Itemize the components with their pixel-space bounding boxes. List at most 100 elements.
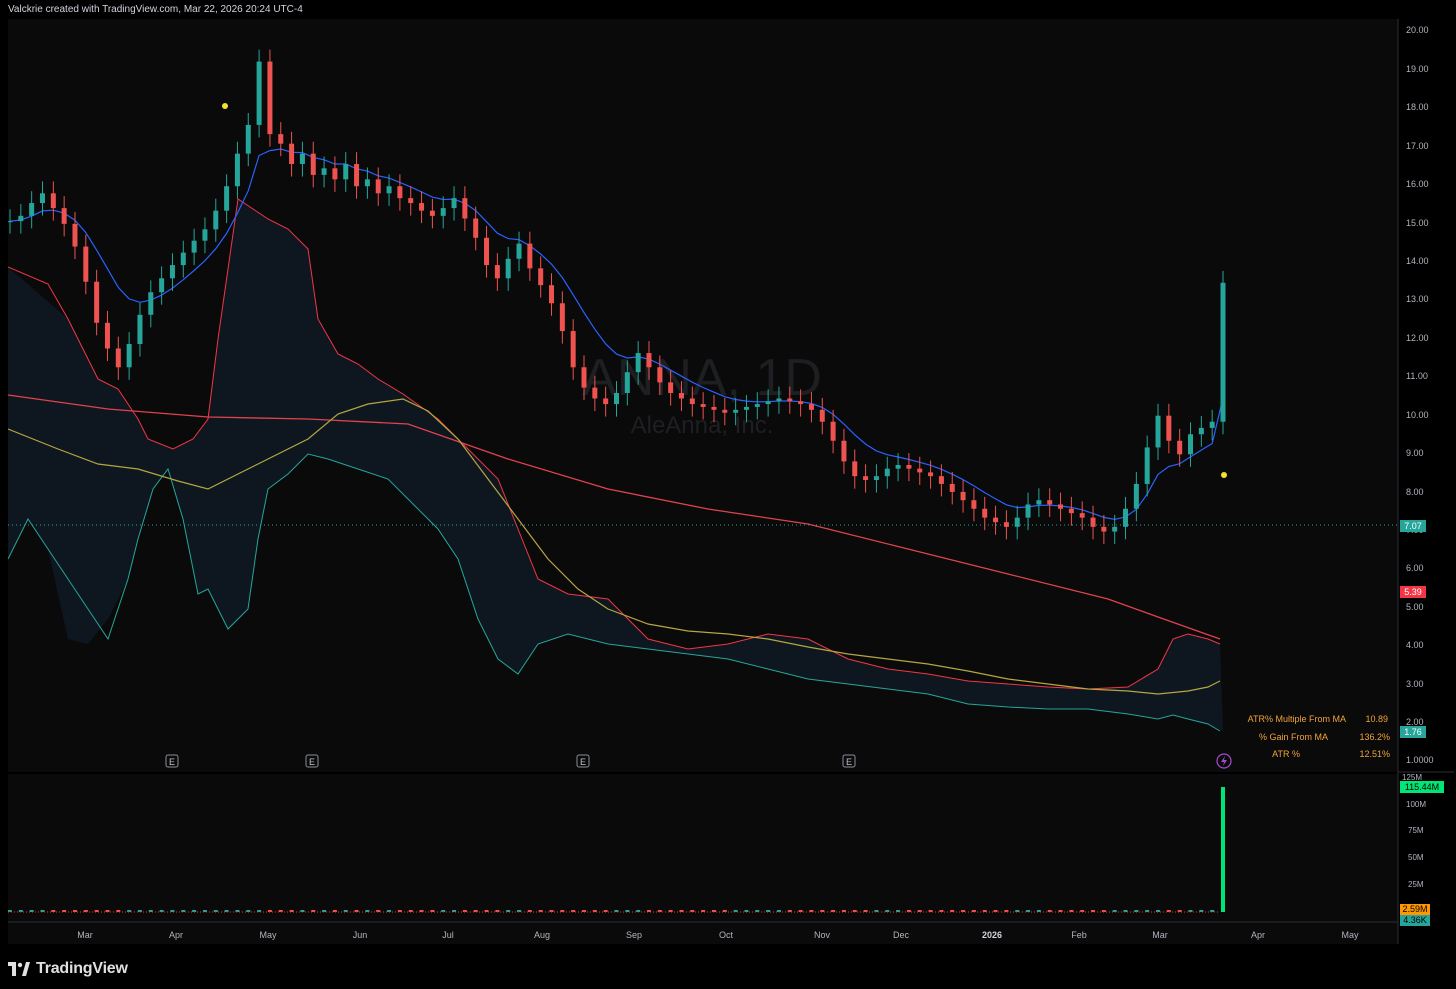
price-tick-label: 16.00: [1406, 179, 1429, 189]
pane-divider[interactable]: [8, 772, 1398, 774]
earnings-marker[interactable]: E: [576, 754, 590, 768]
lightning-icon[interactable]: [1216, 753, 1232, 769]
svg-text:E: E: [309, 757, 315, 767]
candle-body: [494, 265, 500, 279]
svg-text:1.76: 1.76: [1404, 727, 1422, 737]
candle-body: [700, 404, 706, 407]
volume-bar: [473, 910, 478, 912]
price-axis[interactable]: 20.00 19.00 18.00 17.00 16.00 15.00 14.0…: [1398, 19, 1454, 944]
candle-body: [213, 210, 219, 230]
candle-body: [1144, 447, 1150, 484]
candle-body: [895, 464, 901, 469]
time-tick-label: Oct: [719, 930, 734, 940]
candle-body: [559, 303, 565, 332]
earnings-marker[interactable]: E: [305, 754, 319, 768]
price-label-lower: 1.76: [1400, 726, 1426, 738]
candle-body: [765, 401, 771, 405]
svg-text:E: E: [169, 757, 175, 767]
candle-body: [256, 61, 262, 125]
volume-bar: [29, 910, 34, 912]
price-label-upper: 5.39: [1400, 586, 1426, 598]
candle-body: [429, 210, 435, 216]
candle-body: [397, 186, 403, 199]
candle-body: [310, 153, 316, 175]
svg-text:5.39: 5.39: [1404, 587, 1422, 597]
candle-body: [375, 179, 381, 194]
volume-bar: [332, 910, 337, 912]
candle-body: [1166, 415, 1172, 441]
footer-brand[interactable]: TradingView: [8, 956, 128, 982]
candle-body: [798, 401, 804, 405]
candle-body: [299, 153, 305, 165]
candle-body: [1177, 440, 1183, 455]
candle-body: [776, 398, 782, 402]
earnings-marker[interactable]: E: [842, 754, 856, 768]
chart-svg[interactable]: ANNA, 1D AleAnna, Inc. E E E E ATR% Mult…: [7, 19, 1399, 944]
volume-bar: [1210, 910, 1215, 912]
price-tick-label: 17.00: [1406, 141, 1429, 151]
candle-body: [624, 372, 630, 393]
volume-bar: [961, 910, 966, 912]
candle-body: [321, 168, 327, 175]
candle-body: [462, 198, 468, 219]
candle-body: [1101, 526, 1107, 532]
candle-body: [451, 198, 457, 209]
time-tick-label: Mar: [1152, 930, 1168, 940]
candle-body: [61, 208, 67, 224]
candle-body: [484, 237, 490, 266]
price-tick-label: 20.00: [1406, 25, 1429, 35]
chart-area[interactable]: ANNA, 1D AleAnna, Inc. E E E E ATR% Mult…: [7, 19, 1399, 944]
candle-body: [863, 476, 869, 481]
candle-body: [1068, 508, 1074, 514]
candle-body: [646, 353, 652, 368]
volume-bar: [1015, 910, 1020, 912]
candle-body: [819, 409, 825, 422]
volume-label-ma: 2.59M: [1400, 904, 1430, 915]
time-tick-label: Jul: [442, 930, 454, 940]
volume-bar: [1156, 910, 1161, 912]
earnings-marker[interactable]: E: [165, 754, 179, 768]
candle-body: [1188, 434, 1194, 455]
candle-body: [224, 186, 230, 211]
svg-text:4.36K: 4.36K: [1403, 915, 1427, 925]
volume-bar: [83, 910, 88, 912]
candle-body: [278, 134, 284, 144]
candle-body: [1090, 517, 1096, 527]
volume-bar: [322, 910, 327, 912]
candle-body: [603, 398, 609, 405]
candle-body: [1025, 504, 1031, 518]
time-axis[interactable]: Mar Apr May Jun Jul Aug Sep Oct Nov Dec …: [77, 930, 1359, 940]
candle-body: [949, 483, 955, 492]
candle-body: [505, 258, 511, 279]
price-tick-label: 1.0000: [1406, 755, 1434, 765]
candle-body: [538, 268, 544, 286]
candle-body: [180, 252, 186, 266]
candle-body: [668, 382, 674, 393]
candle-body: [808, 404, 814, 410]
candle-body: [1047, 500, 1053, 505]
volume-tick-label: 50M: [1408, 853, 1424, 862]
svg-text:2.59M: 2.59M: [1402, 904, 1427, 914]
candle-body: [787, 398, 793, 402]
volume-label-last: 115.44M: [1400, 781, 1444, 793]
candle-body: [72, 223, 78, 247]
candle-body: [1198, 427, 1204, 435]
watermark-company: AleAnna, Inc.: [631, 412, 774, 439]
candle-body: [29, 203, 35, 216]
candle-body: [722, 409, 728, 413]
volume-bar: [224, 910, 229, 912]
price-tick-label: 3.00: [1406, 679, 1424, 689]
time-tick-label: Dec: [893, 930, 910, 940]
candle-body: [126, 344, 132, 368]
volume-bar: [971, 910, 976, 912]
candle-body: [1209, 421, 1215, 428]
tradingview-logo-icon: [8, 962, 30, 976]
candle-body: [104, 322, 110, 349]
volume-tick-label: 25M: [1408, 880, 1424, 889]
candle-body: [289, 143, 295, 165]
candle-body: [50, 193, 56, 209]
candle-body: [419, 203, 425, 211]
candle-body: [754, 404, 760, 407]
volume-bar: [917, 910, 922, 912]
candle-body: [267, 61, 273, 135]
